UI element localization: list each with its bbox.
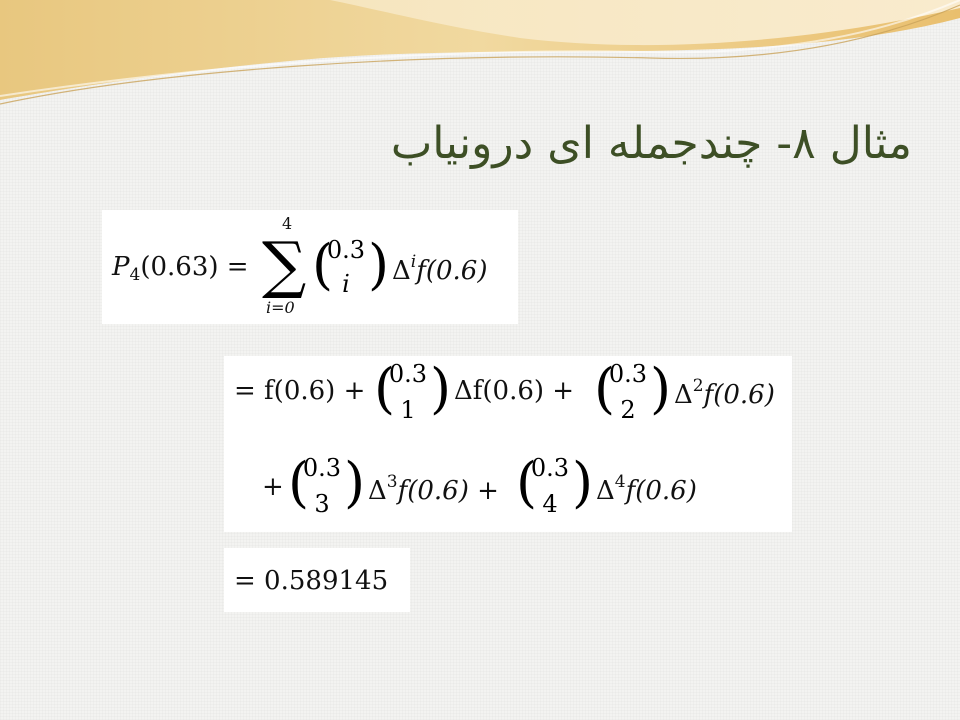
binom-1-bottom: 1 xyxy=(400,396,416,424)
term4-exponent: 4 xyxy=(614,472,626,492)
binom-1-right-paren: ) xyxy=(430,357,452,420)
eq2-term3: Δ3f(0.6) + xyxy=(368,472,499,506)
binom-4-bottom: 4 xyxy=(542,490,558,518)
binom-3-bottom: 3 xyxy=(314,490,330,518)
term3-function: f(0.6) + xyxy=(397,476,499,506)
lhs-argument: (0.63) = xyxy=(140,252,249,282)
term3-exponent: 3 xyxy=(386,472,398,492)
binom-2-right-paren: ) xyxy=(650,357,672,420)
term4-function: f(0.6) xyxy=(625,476,697,506)
term2-function: f(0.6) xyxy=(703,380,775,410)
equation-1-tail: Δif(0.6) xyxy=(392,254,488,286)
equation-1-box: P4(0.63) = 4 ∑ i=0 ( 0.3 i ) Δif(0.6) xyxy=(102,210,518,324)
binom-2-bottom: 2 xyxy=(620,396,636,424)
delta-symbol: Δ xyxy=(392,256,411,286)
binom-1-top: 0.3 xyxy=(388,360,428,388)
eq2-term1: Δf(0.6) + xyxy=(454,376,575,406)
equation-3-box: = 0.589145 xyxy=(224,548,410,612)
binom-right-paren: ) xyxy=(368,233,390,296)
eq2-term4: Δ4f(0.6) xyxy=(596,472,697,506)
binom-3-right-paren: ) xyxy=(344,451,366,514)
slide-title: مثال ۸- چندجمله ای درونیاب xyxy=(390,118,912,169)
binom-3-top: 0.3 xyxy=(302,454,342,482)
binom-bottom: i xyxy=(342,270,350,298)
binom-top: 0.3 xyxy=(326,236,366,264)
equation-1-lhs: P4(0.63) = xyxy=(112,254,249,284)
eq2-line2-start: + xyxy=(262,472,284,502)
equation-3-result: = 0.589145 xyxy=(234,566,389,596)
term2-exponent: 2 xyxy=(692,376,704,396)
binom-4-right-paren: ) xyxy=(572,451,594,514)
binom-4-top: 0.3 xyxy=(530,454,570,482)
eq2-term2: Δ2f(0.6) xyxy=(674,376,775,410)
function-term: f(0.6) xyxy=(416,256,488,286)
lhs-symbol: P xyxy=(112,252,130,282)
header-wave-decoration xyxy=(0,0,960,105)
summation-sign: ∑ xyxy=(262,228,307,301)
term2-delta: Δ xyxy=(674,380,693,410)
sum-lower-limit: i=0 xyxy=(266,298,295,317)
term4-delta: Δ xyxy=(596,476,615,506)
eq2-line1-start: = f(0.6) + xyxy=(234,376,366,406)
binom-2-top: 0.3 xyxy=(608,360,648,388)
equation-2-box: = f(0.6) + ( 0.3 1 ) Δf(0.6) + ( 0.3 2 )… xyxy=(224,356,792,532)
term3-delta: Δ xyxy=(368,476,387,506)
lhs-subscript: 4 xyxy=(129,265,141,285)
